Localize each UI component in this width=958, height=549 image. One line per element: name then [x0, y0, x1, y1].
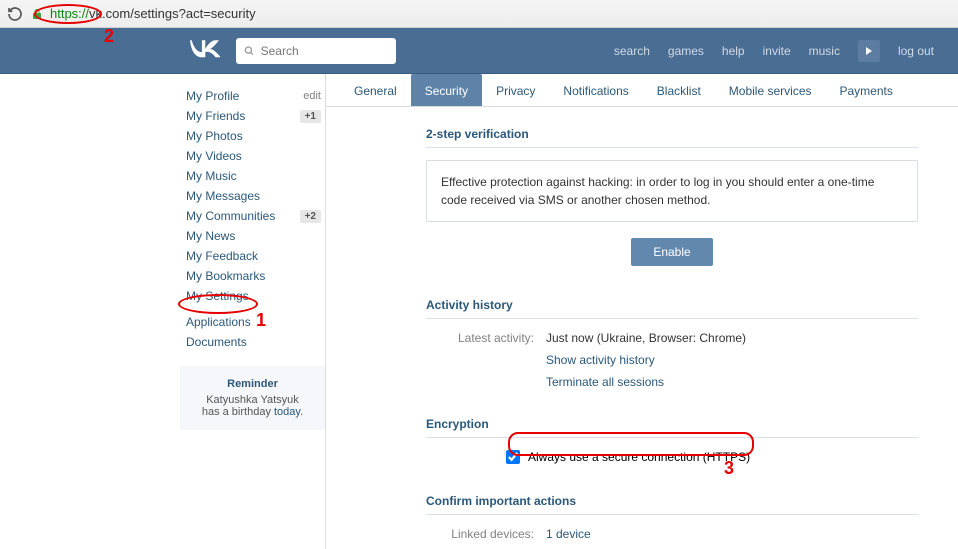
- communities-badge: +2: [300, 210, 321, 223]
- latest-activity-value: Just now (Ukraine, Browser: Chrome): [546, 331, 746, 345]
- sidebar-item-applications[interactable]: Applications: [186, 315, 251, 329]
- terminate-sessions-link[interactable]: Terminate all sessions: [546, 375, 664, 389]
- reminder-text: has a birthday: [202, 406, 274, 418]
- tab-privacy[interactable]: Privacy: [482, 74, 549, 106]
- tab-payments[interactable]: Payments: [826, 74, 907, 106]
- url-text[interactable]: https://vk.com/settings?act=security: [50, 6, 952, 21]
- reminder-name: Katyushka Yatsyuk: [188, 394, 317, 406]
- url-path: vk.com/settings?act=security: [89, 6, 256, 21]
- sidebar-item-settings[interactable]: My Settings: [186, 289, 249, 303]
- reminder-box: Reminder Katyushka Yatsyuk has a birthda…: [180, 366, 325, 430]
- sidebar-edit-link[interactable]: edit: [303, 90, 321, 102]
- sidebar-item-news[interactable]: My News: [186, 229, 235, 243]
- nav-games[interactable]: games: [668, 44, 704, 58]
- sidebar-item-bookmarks[interactable]: My Bookmarks: [186, 269, 265, 283]
- sidebar: My Profile edit My Friends +1 My Photos My…: [180, 74, 325, 549]
- vk-logo[interactable]: [190, 35, 224, 66]
- section-confirm-title: Confirm important actions: [426, 494, 918, 515]
- tab-mobile[interactable]: Mobile services: [715, 74, 826, 106]
- sidebar-item-messages[interactable]: My Messages: [186, 189, 260, 203]
- linked-devices-label: Linked devices:: [426, 527, 546, 541]
- nav-invite[interactable]: invite: [763, 44, 791, 58]
- sidebar-item-photos[interactable]: My Photos: [186, 129, 243, 143]
- search-icon: [244, 45, 255, 57]
- tab-general[interactable]: General: [340, 74, 411, 106]
- sidebar-item-music[interactable]: My Music: [186, 169, 237, 183]
- sidebar-item-communities[interactable]: My Communities: [186, 209, 275, 223]
- browser-address-bar: https://vk.com/settings?act=security: [0, 0, 958, 28]
- https-checkbox[interactable]: [506, 450, 520, 464]
- settings-content: 2-step verification Effective protection…: [326, 107, 958, 541]
- sidebar-item-profile[interactable]: My Profile: [186, 89, 239, 103]
- enable-button[interactable]: Enable: [631, 238, 712, 266]
- reminder-title: Reminder: [188, 378, 317, 390]
- friends-badge: +1: [300, 110, 321, 123]
- tab-security[interactable]: Security: [411, 74, 482, 106]
- top-nav: search games help invite music log out: [614, 40, 958, 62]
- nav-logout[interactable]: log out: [898, 44, 934, 58]
- nav-music[interactable]: music: [809, 44, 840, 58]
- sidebar-item-documents[interactable]: Documents: [186, 335, 247, 349]
- url-scheme: https://: [50, 6, 89, 21]
- section-encryption-title: Encryption: [426, 417, 918, 438]
- sidebar-item-friends[interactable]: My Friends: [186, 109, 245, 123]
- site-header: search games help invite music log out: [0, 28, 958, 74]
- show-activity-history-link[interactable]: Show activity history: [546, 353, 655, 367]
- latest-activity-label: Latest activity:: [426, 331, 546, 345]
- tab-blacklist[interactable]: Blacklist: [643, 74, 715, 106]
- page-body: My Profile edit My Friends +1 My Photos My…: [0, 74, 958, 549]
- twostep-description: Effective protection against hacking: in…: [426, 160, 918, 222]
- nav-search[interactable]: search: [614, 44, 650, 58]
- linked-devices-value[interactable]: 1 device: [546, 527, 591, 541]
- search-input[interactable]: [261, 44, 388, 58]
- settings-tabs: General Security Privacy Notifications B…: [326, 74, 958, 107]
- sidebar-item-videos[interactable]: My Videos: [186, 149, 242, 163]
- reload-icon[interactable]: [6, 5, 24, 23]
- play-icon: [864, 46, 874, 56]
- main-panel: General Security Privacy Notifications B…: [325, 74, 958, 549]
- section-activity-title: Activity history: [426, 298, 918, 319]
- tab-notifications[interactable]: Notifications: [549, 74, 642, 106]
- play-button[interactable]: [858, 40, 880, 62]
- https-label: Always use a secure connection (HTTPS): [528, 450, 750, 464]
- section-2step-title: 2-step verification: [426, 127, 918, 148]
- search-box[interactable]: [236, 38, 396, 64]
- nav-help[interactable]: help: [722, 44, 745, 58]
- reminder-today-link[interactable]: today: [274, 406, 300, 418]
- sidebar-item-feedback[interactable]: My Feedback: [186, 249, 258, 263]
- padlock-icon: [30, 7, 44, 21]
